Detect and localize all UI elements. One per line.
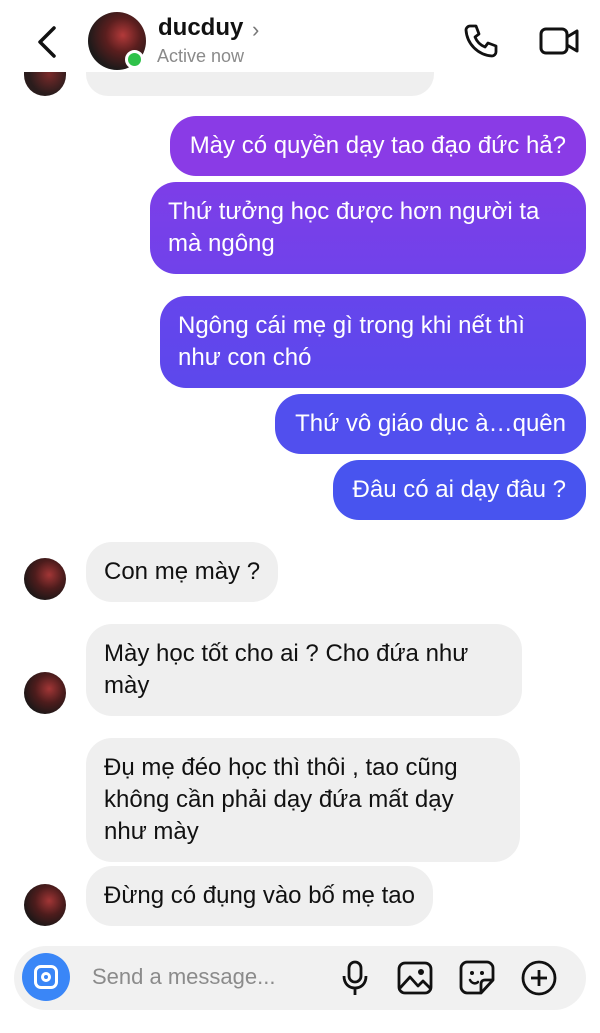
avatar xyxy=(24,72,66,96)
message-text: Ngông cái mẹ gì trong khi nết thì xyxy=(178,312,525,339)
phone-icon[interactable] xyxy=(462,22,500,60)
message-text: Đừng có đụng vào bố mẹ tao xyxy=(104,882,415,909)
message-bubble-incoming[interactable]: Mày học tốt cho ai ? Cho đứa như mày xyxy=(86,624,522,716)
message-bubble-outgoing[interactable]: Thứ tưởng học được hơn người ta mà ngông xyxy=(150,182,586,274)
message-bubble-outgoing[interactable]: Thứ vô giáo dục à…quên xyxy=(275,394,586,454)
image-icon[interactable] xyxy=(396,958,434,998)
message-bubble-outgoing[interactable]: Mày có quyền dạy tao đạo đức hả? xyxy=(169,116,586,176)
avatar xyxy=(24,558,66,600)
avatar xyxy=(24,884,66,926)
contact-name[interactable]: ducduy xyxy=(158,14,243,42)
microphone-icon[interactable] xyxy=(336,958,374,998)
back-icon[interactable] xyxy=(30,22,64,62)
message-bubble-incoming xyxy=(86,72,434,96)
message-text: Thứ tưởng học được hơn người ta xyxy=(168,198,540,225)
online-indicator xyxy=(125,50,144,69)
message-bubble-outgoing[interactable]: Đâu có ai dạy đâu ? xyxy=(332,460,586,520)
message-text: như con chó xyxy=(178,344,312,371)
message-text: mà ngông xyxy=(168,230,275,257)
sticker-icon[interactable] xyxy=(458,958,496,998)
message-bubble-incoming[interactable]: Đừng có đụng vào bố mẹ tao xyxy=(86,866,433,926)
active-status: Active now xyxy=(157,46,245,66)
message-text: Thứ vô giáo dục à…quên xyxy=(295,410,566,437)
message-text: Đụ mẹ đéo học thì thôi , tao cũng xyxy=(104,754,458,781)
message-input[interactable]: Send a message... xyxy=(92,964,275,990)
message-text: Mày học tốt cho ai ? Cho đứa như xyxy=(104,640,469,667)
message-text: không cần phải dạy đứa mất dạy xyxy=(104,786,454,813)
chevron-right-icon[interactable]: › xyxy=(252,17,259,43)
message-bubble-incoming[interactable]: Con mẹ mày ? xyxy=(86,542,279,602)
message-text: như mày xyxy=(104,818,199,845)
message-bubble-incoming[interactable]: Đụ mẹ đéo học thì thôi , tao cũng không … xyxy=(86,738,520,862)
camera-icon[interactable] xyxy=(22,953,70,1001)
avatar xyxy=(24,672,66,714)
plus-icon[interactable] xyxy=(520,958,558,998)
video-icon[interactable] xyxy=(538,24,580,58)
message-text: mày xyxy=(104,672,150,699)
message-text: Con mẹ mày ? xyxy=(104,558,261,585)
message-text: Đâu có ai dạy đâu ? xyxy=(352,476,566,503)
message-text: Mày có quyền dạy tao đạo đức hả? xyxy=(189,132,566,159)
message-bubble-outgoing[interactable]: Ngông cái mẹ gì trong khi nết thì như co… xyxy=(160,296,586,388)
